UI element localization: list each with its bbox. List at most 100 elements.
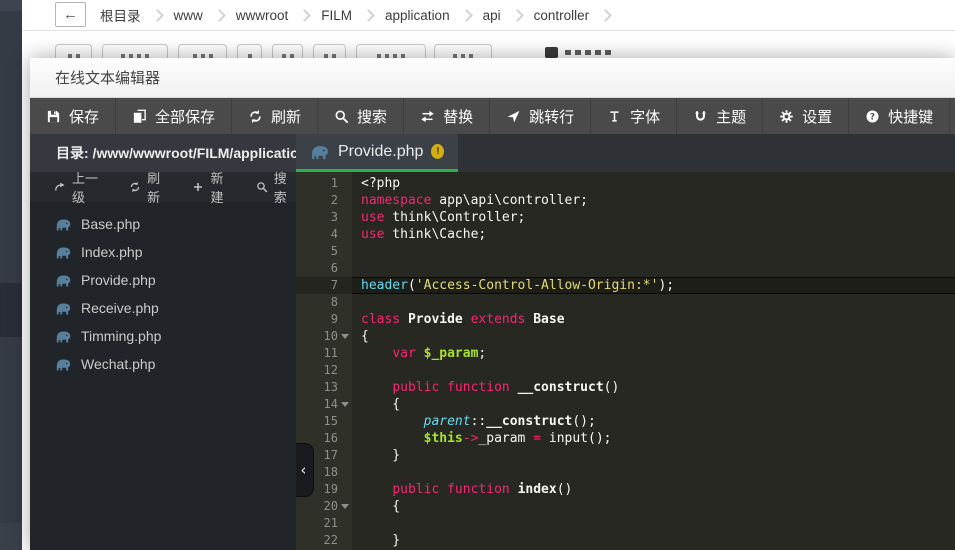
line-number[interactable]: 2 <box>296 192 352 209</box>
php-icon <box>55 244 72 261</box>
line-number[interactable]: 3 <box>296 209 352 226</box>
code-line-7[interactable]: 7header('Access-Control-Allow-Origin:*')… <box>296 277 955 294</box>
line-number[interactable]: 4 <box>296 226 352 243</box>
breadcrumb-item-2[interactable]: wwwroot <box>234 8 291 23</box>
code-line-11[interactable]: 11 var $_param; <box>296 345 955 362</box>
file-item-Timming.php[interactable]: Timming.php <box>30 322 296 350</box>
line-number[interactable]: 13 <box>296 379 352 396</box>
line-number[interactable]: 14 <box>296 396 352 413</box>
refresh-button[interactable]: 刷新 <box>232 98 318 134</box>
code-line-13[interactable]: 13 public function __construct() <box>296 379 955 396</box>
code-editor[interactable]: ‹ 1<?php2namespace app\api\controller;3u… <box>296 172 955 550</box>
line-number[interactable]: 15 <box>296 413 352 430</box>
line-number[interactable]: 5 <box>296 243 352 260</box>
line-number[interactable]: 10 <box>296 328 352 345</box>
code-line-19[interactable]: 19 public function index() <box>296 481 955 498</box>
code-line-3[interactable]: 3use think\Controller; <box>296 209 955 226</box>
breadcrumb-item-6[interactable]: controller <box>532 8 592 23</box>
code-line-4[interactable]: 4use think\Cache; <box>296 226 955 243</box>
file-item-Provide.php[interactable]: Provide.php <box>30 266 296 294</box>
hotkeys-button[interactable]: ?快捷键 <box>849 98 950 134</box>
code-line-1[interactable]: 1<?php <box>296 175 955 192</box>
code-text[interactable]: } <box>352 532 400 549</box>
code-line-20[interactable]: 20 { <box>296 498 955 515</box>
line-number[interactable]: 11 <box>296 345 352 362</box>
line-number[interactable]: 8 <box>296 294 352 311</box>
code-line-9[interactable]: 9class Provide extends Base <box>296 311 955 328</box>
breadcrumb-item-3[interactable]: FILM <box>319 8 354 23</box>
file-item-Index.php[interactable]: Index.php <box>30 238 296 266</box>
code-line-17[interactable]: 17 } <box>296 447 955 464</box>
replace-button[interactable]: 替换 <box>404 98 490 134</box>
code-line-22[interactable]: 22 } <box>296 532 955 549</box>
panel-action-refresh[interactable]: 刷新 <box>129 168 169 206</box>
code-text[interactable]: $this->_param = input(); <box>352 430 612 447</box>
search-button[interactable]: 搜索 <box>318 98 404 134</box>
code-text[interactable]: namespace app\api\controller; <box>352 192 588 209</box>
file-item-Receive.php[interactable]: Receive.php <box>30 294 296 322</box>
panel-action-new[interactable]: 新建 <box>192 168 232 206</box>
code-text[interactable]: { <box>352 498 400 515</box>
code-text[interactable]: } <box>352 447 400 464</box>
file-item-Wechat.php[interactable]: Wechat.php <box>30 350 296 378</box>
code-line-5[interactable]: 5 <box>296 243 955 260</box>
line-number[interactable]: 9 <box>296 311 352 328</box>
breadcrumb-item-4[interactable]: application <box>383 8 452 23</box>
code-text[interactable]: public function index() <box>352 481 572 498</box>
save-all-button[interactable]: 全部保存 <box>116 98 232 134</box>
code-line-2[interactable]: 2namespace app\api\controller; <box>296 192 955 209</box>
code-line-14[interactable]: 14 { <box>296 396 955 413</box>
fold-caret-icon[interactable] <box>341 334 349 339</box>
code-line-6[interactable]: 6 <box>296 260 955 277</box>
goto-line-button[interactable]: 跳转行 <box>490 98 591 134</box>
code-line-18[interactable]: 18 <box>296 464 955 481</box>
breadcrumb-item-5[interactable]: api <box>481 8 503 23</box>
back-button[interactable]: ← <box>55 2 86 27</box>
rail-active-item[interactable] <box>0 283 22 337</box>
theme-button[interactable]: 主题 <box>677 98 763 134</box>
line-number[interactable]: 7 <box>296 277 352 294</box>
code-line-15[interactable]: 15 parent::__construct(); <box>296 413 955 430</box>
collapse-sidebar-handle[interactable]: ‹ <box>296 443 314 497</box>
tab-provide-php[interactable]: Provide.php ! <box>296 134 458 172</box>
settings-button[interactable]: 设置 <box>763 98 849 134</box>
code-line-8[interactable]: 8 <box>296 294 955 311</box>
code-text[interactable]: { <box>352 396 400 413</box>
code-text[interactable]: use think\Cache; <box>352 226 486 243</box>
code-text[interactable]: public function __construct() <box>352 379 619 396</box>
code-text[interactable]: var $_param; <box>352 345 486 362</box>
line-number[interactable]: 1 <box>296 175 352 192</box>
code-text[interactable]: header('Access-Control-Allow-Origin:*'); <box>352 277 674 294</box>
code-text[interactable] <box>352 515 361 532</box>
code-line-16[interactable]: 16 $this->_param = input(); <box>296 430 955 447</box>
fold-caret-icon[interactable] <box>341 504 349 509</box>
breadcrumb-item-0[interactable]: 根目录 <box>98 5 143 25</box>
line-number[interactable]: 22 <box>296 532 352 549</box>
panel-action-up-level[interactable]: 上一级 <box>54 168 106 206</box>
code-text[interactable]: class Provide extends Base <box>352 311 565 328</box>
code-text[interactable]: parent::__construct(); <box>352 413 596 430</box>
code-line-21[interactable]: 21 <box>296 515 955 532</box>
line-number[interactable]: 6 <box>296 260 352 277</box>
code-text[interactable] <box>352 464 361 481</box>
code-text[interactable] <box>352 362 361 379</box>
code-text[interactable]: use think\Controller; <box>352 209 525 226</box>
font-button[interactable]: 字体 <box>591 98 677 134</box>
refresh-icon <box>129 181 141 193</box>
code-text[interactable] <box>352 243 361 260</box>
code-text[interactable]: { <box>352 328 369 345</box>
code-line-12[interactable]: 12 <box>296 362 955 379</box>
code-text[interactable] <box>352 294 361 311</box>
code-line-10[interactable]: 10{ <box>296 328 955 345</box>
line-number[interactable]: 12 <box>296 362 352 379</box>
breadcrumb-item-1[interactable]: www <box>172 8 205 23</box>
code-text[interactable] <box>352 260 361 277</box>
code-text[interactable]: <?php <box>352 175 400 192</box>
line-number[interactable]: 21 <box>296 515 352 532</box>
panel-action-search[interactable]: 搜索 <box>256 168 296 206</box>
line-number[interactable]: 20 <box>296 498 352 515</box>
php-icon <box>55 300 72 317</box>
fold-caret-icon[interactable] <box>341 402 349 407</box>
file-item-Base.php[interactable]: Base.php <box>30 210 296 238</box>
save-button[interactable]: 保存 <box>30 98 116 134</box>
